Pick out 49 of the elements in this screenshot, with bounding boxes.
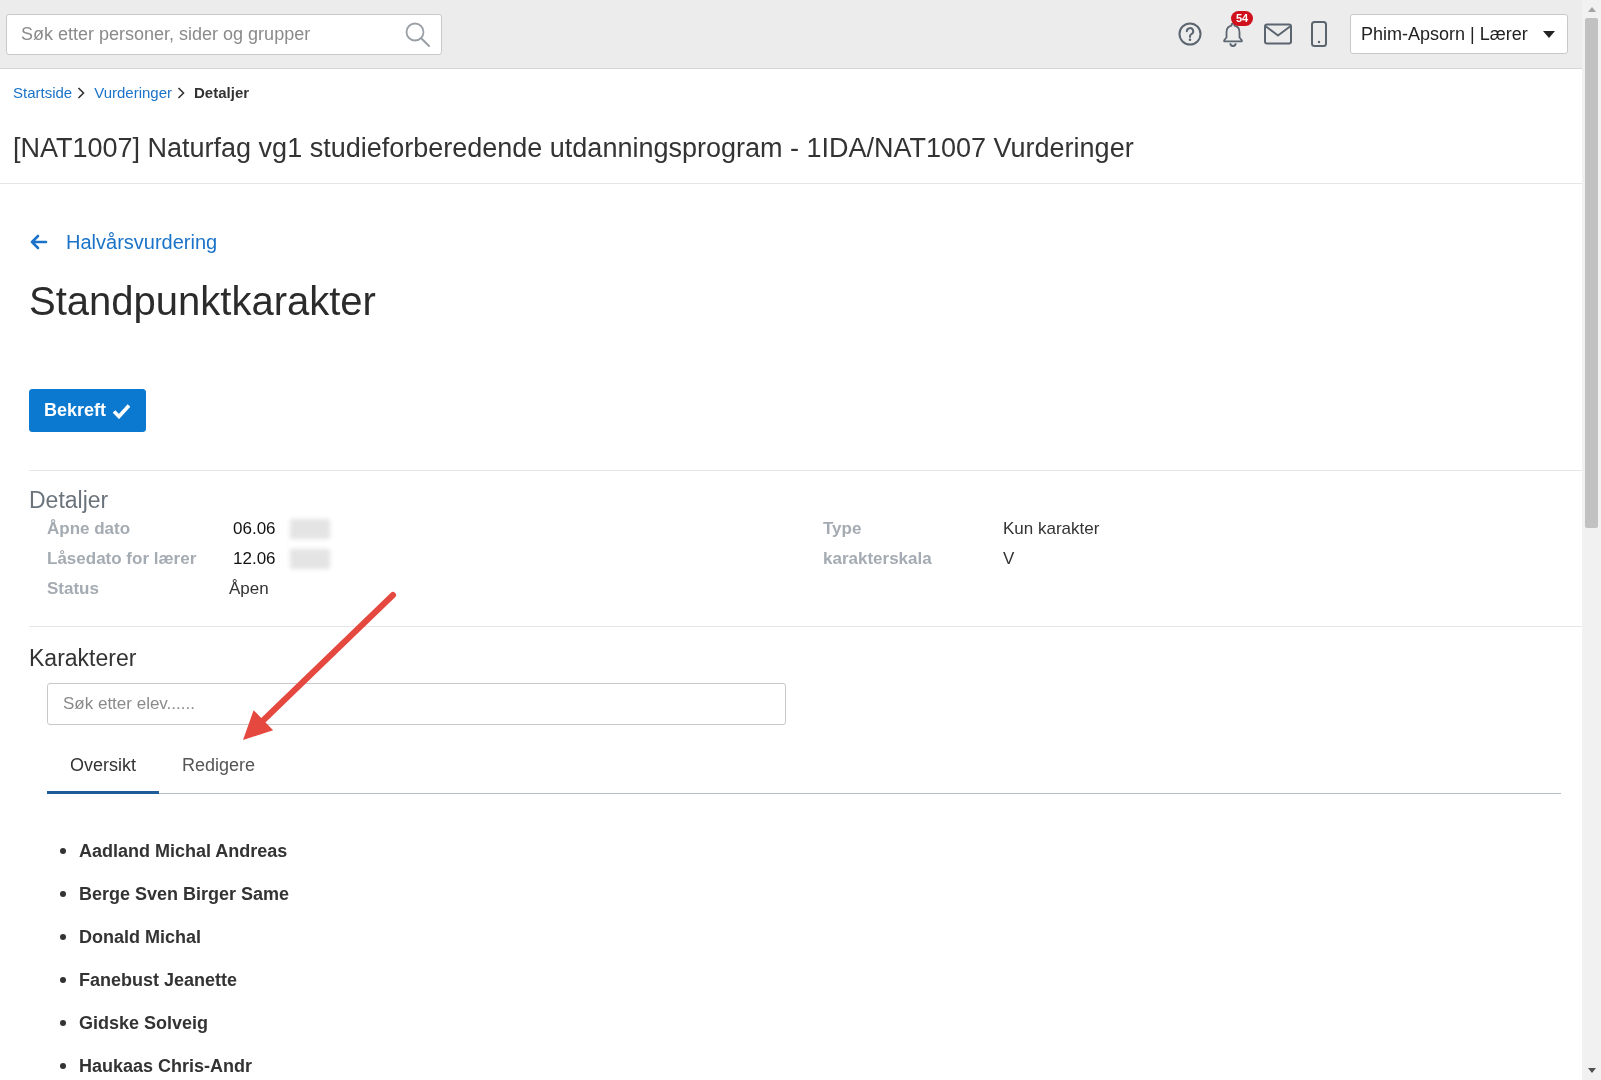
scrollbar-thumb[interactable]	[1585, 18, 1598, 528]
check-icon	[112, 402, 131, 419]
field-value: 12.06	[233, 548, 276, 571]
section-title: Karakterer	[29, 644, 137, 672]
field-label: Åpne dato	[47, 518, 132, 541]
breadcrumb-current: Detaljer	[194, 83, 250, 103]
scroll-down-icon[interactable]	[1586, 1067, 1597, 1074]
mail-icon[interactable]	[1264, 23, 1292, 45]
page-title: [NAT1007] Naturfag vg1 studieforberedende utdanningsprogram - 1IDA/NAT1007 Vurderinger	[13, 132, 1135, 165]
search-field[interactable]: Søk etter personer, sider og grupper	[6, 14, 442, 55]
student-search-field[interactable]: Søk etter elev......	[47, 683, 786, 725]
bullet-icon	[60, 848, 66, 854]
tab[interactable]: Oversikt	[47, 737, 159, 794]
bullet-icon	[60, 891, 66, 897]
chevron-right-icon	[177, 87, 186, 99]
bullet-icon	[60, 977, 66, 983]
field-value: 06.06	[233, 518, 276, 541]
notification-count: 54	[1231, 11, 1254, 26]
page-heading: Standpunktkarakter	[29, 278, 376, 325]
field-label: Type	[823, 518, 863, 541]
breadcrumb-link[interactable]: Vurderinger	[94, 82, 173, 104]
field-value: Kun karakter	[1003, 518, 1100, 541]
confirm-button[interactable]: Bekreft	[29, 389, 146, 432]
back-link[interactable]: Halvårsvurdering	[66, 229, 218, 255]
search-icon[interactable]	[405, 22, 430, 47]
help-icon[interactable]	[1178, 22, 1202, 46]
bell-icon[interactable]	[1221, 21, 1245, 47]
phone-icon[interactable]	[1311, 21, 1327, 47]
bullet-icon	[60, 1020, 66, 1026]
bullet-icon	[60, 1063, 66, 1069]
caret-icon	[1543, 30, 1555, 38]
student-name: Aadland Michal Andreas	[79, 840, 288, 863]
field-value: Åpen	[229, 578, 269, 601]
user-menu-button[interactable]: Phim-Apsorn | Lærer	[1350, 14, 1568, 54]
field-label: Status	[47, 578, 100, 601]
chevron-right-icon	[77, 87, 86, 99]
field-value: V	[1003, 548, 1015, 571]
student-name: Haukaas Chris-Andr	[79, 1055, 253, 1078]
field-label: karakterskala	[823, 548, 933, 571]
student-name: Berge Sven Birger Same	[79, 883, 290, 906]
student-name: Donald Michal	[79, 926, 201, 949]
section-title: Detaljer	[29, 486, 110, 514]
back-arrow-icon[interactable]	[29, 234, 48, 250]
student-name: Fanebust Jeanette	[79, 969, 238, 992]
field-label: Låsedato for lærer	[47, 548, 198, 571]
bullet-icon	[60, 934, 66, 940]
breadcrumb-link[interactable]: Startside	[13, 82, 73, 104]
student-name: Gidske Solveig	[79, 1012, 209, 1035]
tab[interactable]: Redigere	[159, 737, 279, 794]
